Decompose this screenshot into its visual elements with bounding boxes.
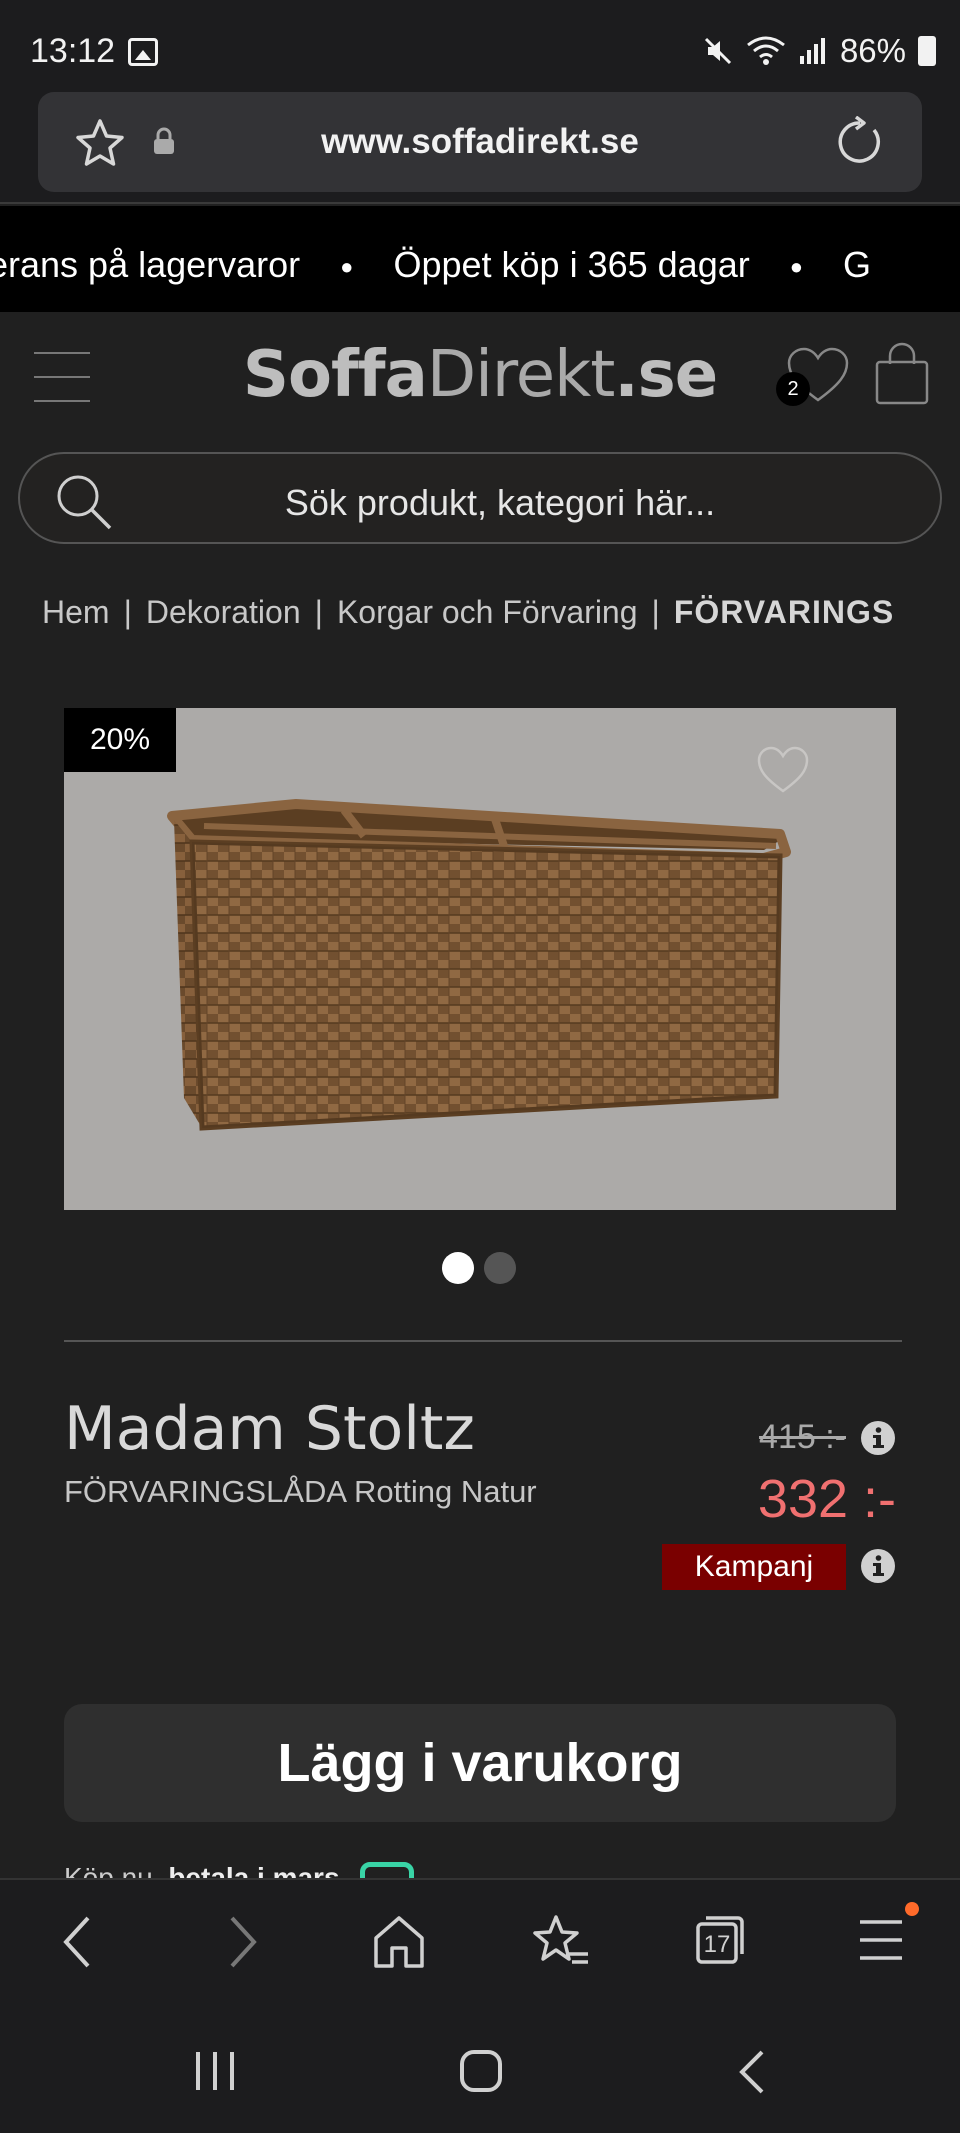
- address-bar[interactable]: www.soffadirekt.se: [38, 92, 922, 192]
- usp-marquee: erans på lagervaror ● Öppet köp i 365 daga…: [0, 206, 960, 312]
- product-brand[interactable]: Madam Stoltz: [64, 1394, 475, 1464]
- status-bar: 13:12 86%: [0, 0, 960, 92]
- wifi-icon: [747, 36, 785, 65]
- wishlist-count-badge: 2: [776, 372, 810, 406]
- search-field[interactable]: Sök produkt, kategori här...: [18, 452, 942, 544]
- gallery-notification-icon: [128, 38, 158, 66]
- breadcrumb-separator: |: [314, 594, 323, 630]
- battery-icon: [918, 36, 936, 66]
- discount-badge: 20%: [64, 708, 176, 772]
- breadcrumb-item-korgar[interactable]: Korgar och Förvaring: [337, 594, 638, 630]
- mute-icon: [704, 37, 731, 65]
- breadcrumb-item-hem[interactable]: Hem: [42, 594, 110, 630]
- browser-toolbar: www.soffadirekt.se: [0, 92, 960, 204]
- current-price: 332 :-: [757, 1469, 896, 1529]
- marquee-item: Öppet köp i 365 dagar: [393, 244, 750, 285]
- info-icon[interactable]: [860, 1420, 896, 1456]
- divider: [64, 1340, 902, 1342]
- tabs-button[interactable]: 17: [694, 1914, 746, 1966]
- bookmarks-icon[interactable]: [532, 1914, 590, 1970]
- battery-percent: 86%: [839, 32, 906, 69]
- logo-part-se: .se: [614, 338, 718, 412]
- system-back-icon[interactable]: [734, 2048, 770, 2096]
- breadcrumb-current: FÖRVARINGS: [673, 594, 895, 630]
- tabs-count: 17: [703, 1931, 731, 1958]
- gallery-dot-active[interactable]: [442, 1252, 474, 1284]
- campaign-badge: Kampanj: [662, 1544, 846, 1590]
- bullet-icon: ●: [789, 254, 804, 280]
- home-icon[interactable]: [372, 1914, 426, 1970]
- marquee-item: erans på lagervaror: [0, 244, 301, 285]
- product-name: FÖRVARINGSLÅDA Rotting Natur: [64, 1474, 537, 1509]
- logo-part-soffa: Soffa: [242, 338, 428, 412]
- breadcrumb-separator: |: [123, 594, 132, 630]
- forward-icon[interactable]: [222, 1914, 262, 1970]
- status-icons: 86%: [702, 32, 936, 70]
- breadcrumb-separator: |: [651, 594, 660, 630]
- breadcrumb: Hem | Dekoration | Korgar och Förvaring | FÖRV…: [42, 594, 960, 638]
- browser-menu-icon[interactable]: [858, 1914, 904, 1966]
- recent-apps-icon[interactable]: [192, 2048, 238, 2094]
- status-time: 13:12: [30, 32, 116, 70]
- search-placeholder: Sök produkt, kategori här...: [284, 482, 716, 523]
- gallery-dot[interactable]: [484, 1252, 516, 1284]
- gallery-pagination: [442, 1252, 516, 1284]
- logo-part-direkt: Direkt: [426, 338, 615, 412]
- favorite-heart-icon[interactable]: [756, 746, 810, 794]
- url-text[interactable]: www.soffadirekt.se: [38, 122, 922, 162]
- browser-bottom-bar: 17: [0, 1878, 960, 2002]
- old-price: 415 :-: [759, 1418, 846, 1456]
- site-header: SoffaDirekt.se: [0, 312, 960, 442]
- back-icon[interactable]: [58, 1914, 98, 1970]
- breadcrumb-item-dekoration[interactable]: Dekoration: [146, 594, 301, 630]
- system-navigation-bar: [0, 2002, 960, 2133]
- home-button-icon[interactable]: [458, 2048, 504, 2094]
- add-to-cart-button[interactable]: Lägg i varukorg: [64, 1704, 896, 1822]
- notification-dot: [905, 1902, 919, 1916]
- info-icon[interactable]: [860, 1548, 896, 1584]
- marquee-item: G: [843, 244, 872, 285]
- cart-bag-icon[interactable]: [874, 342, 930, 406]
- bullet-icon: ●: [340, 254, 354, 280]
- reload-icon[interactable]: [834, 116, 886, 168]
- signal-icon: [799, 38, 825, 64]
